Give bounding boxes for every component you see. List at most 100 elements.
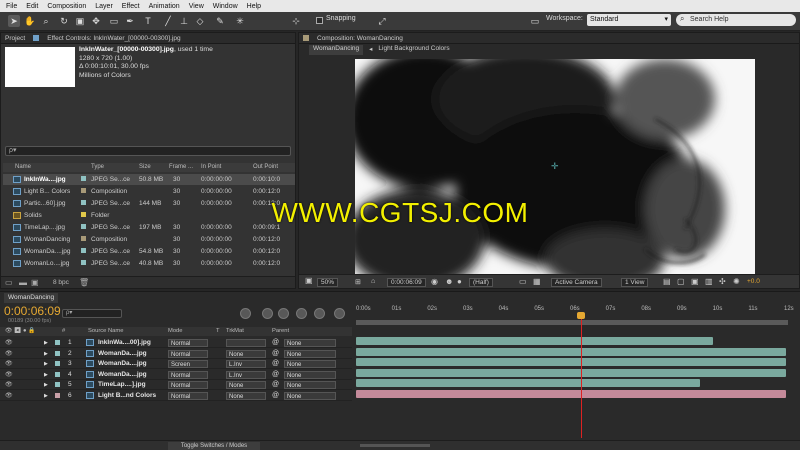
layer-name[interactable]: TimeLap....].jpg	[98, 381, 146, 388]
layer-duration-bar[interactable]	[356, 368, 786, 377]
col-t[interactable]: T	[216, 328, 220, 334]
menu-animation[interactable]: Animation	[149, 3, 180, 10]
project-item[interactable]: InkInWa....jpg JPEG Se...ce 50.8 MB 30 0:00:…	[3, 174, 295, 185]
layer-name[interactable]: Light B...nd Colors	[98, 392, 156, 399]
timeline-timecode[interactable]: 0:00:06:09	[4, 304, 61, 318]
new-folder-icon[interactable]: ▬	[19, 278, 27, 287]
hide-shy-layers-icon[interactable]	[278, 308, 289, 319]
flowchart-icon[interactable]: ✣	[719, 277, 726, 286]
channel-icon[interactable]: ●	[457, 277, 462, 286]
trash-icon[interactable]: 🗑	[79, 278, 89, 287]
comp-mini-flowchart-icon[interactable]	[240, 308, 251, 319]
mask-tool-icon[interactable]: ▭	[108, 15, 120, 27]
pickwhip-icon[interactable]: @	[272, 392, 279, 399]
label-color-swatch[interactable]	[81, 188, 86, 193]
selection-tool-icon[interactable]: ➤	[8, 15, 20, 27]
pixel-aspect-icon[interactable]: ▢	[677, 277, 685, 286]
layer-trkmat-select[interactable]: L.Inv	[226, 370, 266, 379]
layer-mode-select[interactable]: Normal	[168, 381, 208, 390]
layer-mode-select[interactable]: Screen	[168, 360, 208, 369]
expand-triangle-icon[interactable]: ▶	[44, 340, 48, 346]
layer-name[interactable]: WomanDa....jpg	[98, 350, 147, 357]
label-color-swatch[interactable]	[81, 236, 86, 241]
col-name[interactable]: Name	[15, 164, 31, 170]
col-type[interactable]: Type	[91, 164, 104, 170]
workspace-select[interactable]: Standard ▾	[587, 14, 671, 26]
menu-window[interactable]: Window	[213, 3, 238, 10]
layer-mode-select[interactable]: Normal	[168, 339, 208, 347]
layer-mode-select[interactable]: Normal	[168, 370, 208, 379]
timeline-icon[interactable]: ▥	[705, 277, 713, 286]
layer-parent-select[interactable]: None	[284, 381, 336, 390]
layer-name[interactable]: WomanDa....jpg	[98, 360, 147, 367]
expand-triangle-icon[interactable]: ▶	[44, 372, 48, 378]
layer-parent-select[interactable]: None	[284, 370, 336, 379]
col-in-point[interactable]: In Point	[201, 164, 221, 170]
current-time-display[interactable]: 0:00:06:09	[387, 278, 426, 287]
col-parent[interactable]: Parent	[272, 328, 289, 334]
composition-viewer[interactable]: ✛	[355, 59, 755, 275]
axis-mode-icon[interactable]: ⊹	[290, 15, 302, 27]
tab-project[interactable]: Project	[5, 35, 25, 42]
tab-light-background-colors[interactable]: Light Background Colors	[378, 45, 449, 55]
tab-effect-controls[interactable]: Effect Controls: InkInWater_[00000-00300…	[47, 35, 180, 42]
layer-mode-select[interactable]: Normal	[168, 392, 208, 400]
col-source-name[interactable]: Source Name	[88, 328, 123, 334]
project-item[interactable]: WomanLo....jpg JPEG Se...ce 40.8 MB 30 0:00:…	[3, 258, 295, 269]
layer-row[interactable]: 👁 ▶ 1 InkInWa....00].jpg Normal @ None	[0, 338, 352, 348]
snapping-checkbox[interactable]	[316, 17, 323, 24]
pickwhip-icon[interactable]: @	[272, 381, 279, 388]
label-color-swatch[interactable]	[81, 176, 86, 181]
layer-row[interactable]: 👁 ▶ 4 WomanDa....jpg Normal L.Inv @ None	[0, 370, 352, 380]
label-color-swatch[interactable]	[81, 260, 86, 265]
toggle-switches-modes-button[interactable]: Toggle Switches / Modes	[168, 442, 260, 450]
time-ruler[interactable]: 0:00s 01s 02s 03s 04s 05s 06s 07s 08s 09s 10s 11s 12…	[356, 304, 794, 318]
layer-duration-bar[interactable]	[356, 337, 713, 345]
col-out-point[interactable]: Out Point	[253, 164, 278, 170]
interpret-footage-icon[interactable]: ▭	[5, 278, 13, 287]
menu-edit[interactable]: Edit	[26, 3, 38, 10]
snapshot-icon[interactable]: ◉	[431, 277, 438, 286]
resolution-select[interactable]: (Half)	[469, 278, 493, 287]
layer-label-color[interactable]	[55, 382, 60, 388]
layer-row[interactable]: 👁 ▶ 6 Light B...nd Colors Normal None @ None	[0, 391, 352, 401]
layer-name[interactable]: InkInWa....00].jpg	[98, 339, 151, 346]
menu-effect[interactable]: Effect	[122, 3, 140, 10]
menu-file[interactable]: File	[6, 3, 17, 10]
transparency-grid-icon[interactable]: ▦	[533, 277, 541, 286]
tab-timeline-womandancing[interactable]: WomanDancing	[4, 293, 59, 303]
camera-select[interactable]: Active Camera	[551, 278, 602, 287]
menu-help[interactable]: Help	[247, 3, 261, 10]
views-select[interactable]: 1 View	[621, 278, 649, 287]
roto-brush-tool-icon[interactable]: ✎	[214, 15, 226, 27]
layer-row[interactable]: 👁 ▶ 5 TimeLap....].jpg Normal None @ None	[0, 380, 352, 391]
layer-name[interactable]: WomanDa....jpg	[98, 371, 147, 378]
grid-icon[interactable]: ⊞	[355, 278, 361, 286]
layer-label-color[interactable]	[55, 340, 60, 345]
layer-parent-select[interactable]: None	[284, 339, 336, 347]
layer-parent-select[interactable]: None	[284, 360, 336, 369]
brush-tool-icon[interactable]: ╱	[162, 15, 174, 27]
zoom-tool-icon[interactable]: ⌕	[40, 15, 52, 27]
layer-label-color[interactable]	[55, 371, 60, 377]
frame-blending-icon[interactable]	[296, 308, 307, 319]
playhead-line[interactable]	[581, 318, 582, 438]
project-search-input[interactable]: ρ▾	[5, 146, 291, 156]
eye-visibility-icon[interactable]: 👁	[5, 360, 13, 367]
snap-options-icon[interactable]: ⤢	[376, 15, 388, 27]
pickwhip-icon[interactable]: @	[272, 371, 279, 378]
exposure-value[interactable]: +0.0	[747, 278, 760, 285]
camera-tool-icon[interactable]: ▣	[74, 15, 86, 27]
layer-label-color[interactable]	[55, 350, 60, 356]
region-of-interest-icon[interactable]: ▭	[519, 277, 527, 286]
menu-view[interactable]: View	[189, 3, 204, 10]
timeline-search-input[interactable]: ρ▾	[62, 309, 122, 318]
pickwhip-icon[interactable]: @	[272, 360, 279, 367]
eye-visibility-icon[interactable]: 👁	[5, 350, 13, 357]
draft-3d-icon[interactable]	[262, 308, 273, 319]
col-frame-rate[interactable]: Frame ...	[169, 164, 193, 170]
layer-row[interactable]: 👁 ▶ 2 WomanDa....jpg Normal None @ None	[0, 349, 352, 359]
layer-parent-select[interactable]: None	[284, 349, 336, 358]
project-item[interactable]: Light B... Colors Composition 30 0:00:00:00…	[3, 186, 295, 197]
pen-tool-icon[interactable]: ✒	[124, 15, 136, 27]
